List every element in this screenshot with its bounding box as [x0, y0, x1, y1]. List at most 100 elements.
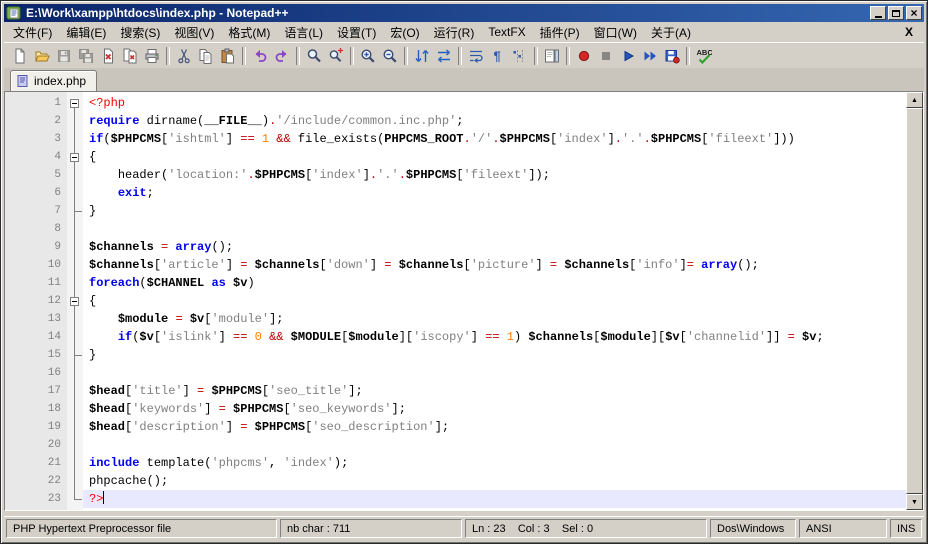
cut-button[interactable] [173, 45, 195, 67]
code-line[interactable]: } [83, 202, 906, 220]
close-file-button[interactable] [97, 45, 119, 67]
paste-icon [220, 48, 236, 64]
code-line[interactable]: header('location:'.$PHPCMS['index'].'.'.… [83, 166, 906, 184]
code-line[interactable]: { [83, 292, 906, 310]
code-line[interactable]: $channels['article'] = $channels['down']… [83, 256, 906, 274]
menu-item-edit[interactable]: 编辑(E) [59, 22, 113, 43]
editor: 1234567891011121314151617181920212223 <?… [4, 91, 924, 511]
code-line[interactable]: include template('phpcms', 'index'); [83, 454, 906, 472]
zoom-out-button[interactable] [379, 45, 401, 67]
close-icon: × [910, 8, 917, 18]
menu-item-encoding[interactable]: 格式(M) [221, 22, 277, 43]
save-file-button [53, 45, 75, 67]
sync-vertical-button[interactable] [411, 45, 433, 67]
toolbar-separator [350, 47, 354, 65]
code-line[interactable]: if($v['islink'] == 0 && $MODULE[$module]… [83, 328, 906, 346]
stop-macro-icon [598, 48, 614, 64]
code-line[interactable]: $head['keywords'] = $PHPCMS['seo_keyword… [83, 400, 906, 418]
toolbar-separator [566, 47, 570, 65]
replace-button[interactable] [325, 45, 347, 67]
vertical-scrollbar[interactable]: ▲ ▼ [906, 92, 923, 510]
menu-item-settings[interactable]: 设置(T) [330, 22, 383, 43]
fold-margin-cell [67, 310, 83, 328]
menu-item-language[interactable]: 语言(L) [277, 22, 330, 43]
line-number: 18 [17, 400, 67, 418]
code-line[interactable]: $module = $v['module']; [83, 310, 906, 328]
sync-horizontal-button[interactable] [433, 45, 455, 67]
line-number: 22 [17, 472, 67, 490]
zoom-in-button[interactable] [357, 45, 379, 67]
code-line[interactable]: $head['description'] = $PHPCMS['seo_desc… [83, 418, 906, 436]
redo-button[interactable] [271, 45, 293, 67]
find-icon [306, 48, 322, 64]
paste-button[interactable] [217, 45, 239, 67]
menu-item-textfx[interactable]: TextFX [481, 23, 532, 41]
copy-button[interactable] [195, 45, 217, 67]
code-line-current[interactable]: ?> [83, 490, 906, 508]
close-button[interactable]: × [906, 6, 922, 20]
code-line[interactable] [83, 220, 906, 238]
show-all-chars-button[interactable]: ¶ [487, 45, 509, 67]
indent-guide-button[interactable] [509, 45, 531, 67]
minimize-icon [875, 16, 882, 18]
line-number: 10 [17, 256, 67, 274]
toolbar: ¶ ABC [4, 42, 924, 68]
code-line[interactable]: require dirname(__FILE__).'/include/comm… [83, 112, 906, 130]
find-button[interactable] [303, 45, 325, 67]
menu-item-about[interactable]: 关于(A) [644, 22, 698, 43]
maximize-button[interactable] [888, 6, 904, 20]
code-line[interactable] [83, 436, 906, 454]
menu-item-macro[interactable]: 宏(O) [383, 22, 426, 43]
close-all-button[interactable] [119, 45, 141, 67]
title-bar[interactable]: E:\Work\xampp\htdocs\index.php - Notepad… [4, 4, 924, 22]
toolbar-separator [242, 47, 246, 65]
fold-collapse-marker[interactable] [67, 94, 83, 112]
code-line[interactable]: <?php [83, 94, 906, 112]
status-bar: PHP Hypertext Preprocessor file nb char … [4, 516, 924, 540]
tab-index-php[interactable]: index.php [10, 70, 97, 91]
code-line[interactable]: if($PHPCMS['ishtml'] == 1 && file_exists… [83, 130, 906, 148]
undo-button[interactable] [249, 45, 271, 67]
line-number: 23 [17, 490, 67, 508]
fold-collapse-marker[interactable] [67, 148, 83, 166]
menu-item-view[interactable]: 视图(V) [167, 22, 221, 43]
menu-item-window[interactable]: 窗口(W) [587, 22, 644, 43]
record-macro-button[interactable] [573, 45, 595, 67]
close-document-button[interactable]: X [896, 25, 922, 39]
minimize-button[interactable] [870, 6, 886, 20]
menu-item-plugins[interactable]: 插件(P) [533, 22, 587, 43]
menu-item-run[interactable]: 运行(R) [427, 22, 482, 43]
word-wrap-button[interactable] [465, 45, 487, 67]
fold-margin-cell [67, 130, 83, 148]
play-macro-button[interactable] [617, 45, 639, 67]
window-title: E:\Work\xampp\htdocs\index.php - Notepad… [26, 6, 870, 20]
print-button[interactable] [141, 45, 163, 67]
new-file-button[interactable] [9, 45, 31, 67]
fold-margin-cell [67, 418, 83, 436]
code-line[interactable]: exit; [83, 184, 906, 202]
scrollbar-thumb[interactable] [906, 108, 923, 494]
menu-item-file[interactable]: 文件(F) [6, 22, 59, 43]
save-file-icon [56, 48, 72, 64]
code-area[interactable]: <?phprequire dirname(__FILE__).'/include… [83, 92, 906, 510]
doc-map-button[interactable] [541, 45, 563, 67]
scroll-up-button[interactable]: ▲ [906, 92, 923, 108]
menu-item-search[interactable]: 搜索(S) [113, 22, 167, 43]
save-macro-button[interactable] [661, 45, 683, 67]
code-line[interactable]: foreach($CHANNEL as $v) [83, 274, 906, 292]
code-line[interactable]: { [83, 148, 906, 166]
fold-collapse-marker[interactable] [67, 292, 83, 310]
scroll-down-button[interactable]: ▼ [906, 494, 923, 510]
spell-check-button[interactable]: ABC [693, 45, 715, 67]
code-line[interactable]: $channels = array(); [83, 238, 906, 256]
code-line[interactable] [83, 364, 906, 382]
sync-v-icon [414, 48, 430, 64]
open-file-button[interactable] [31, 45, 53, 67]
run-macro-multiple-button[interactable] [639, 45, 661, 67]
save-macro-icon [664, 48, 680, 64]
code-line[interactable]: $head['title'] = $PHPCMS['seo_title']; [83, 382, 906, 400]
doc-map-icon [544, 48, 560, 64]
code-line[interactable]: } [83, 346, 906, 364]
code-line[interactable]: phpcache(); [83, 472, 906, 490]
line-number: 5 [17, 166, 67, 184]
